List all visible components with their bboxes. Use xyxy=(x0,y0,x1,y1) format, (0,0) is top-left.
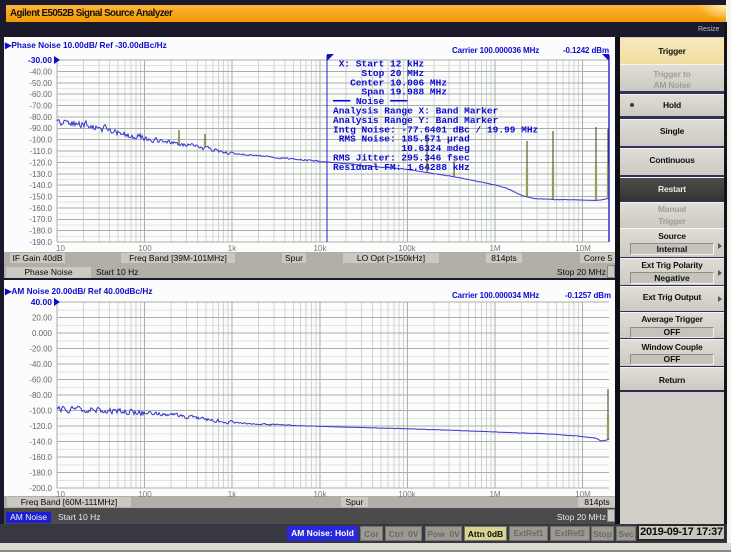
svg-text:Residual FM: 1.64288 kHz: Residual FM: 1.64288 kHz xyxy=(333,162,470,173)
svg-text:100: 100 xyxy=(138,490,152,499)
svg-text:-80.00: -80.00 xyxy=(29,113,52,122)
svg-text:-170.0: -170.0 xyxy=(29,215,52,224)
svg-text:-30.00: -30.00 xyxy=(28,55,52,65)
svg-text:-100.0: -100.0 xyxy=(29,407,52,416)
svg-text:-40.00: -40.00 xyxy=(29,360,52,369)
svg-text:-180.0: -180.0 xyxy=(29,469,52,478)
svg-text:100k: 100k xyxy=(398,244,416,253)
svg-text:-0.1242 dBm: -0.1242 dBm xyxy=(563,46,609,55)
svg-text:1M: 1M xyxy=(489,244,500,253)
svg-text:10M: 10M xyxy=(575,244,591,253)
svg-text:-190.0: -190.0 xyxy=(29,238,52,247)
svg-text:10: 10 xyxy=(56,244,65,253)
svg-text:-200.0: -200.0 xyxy=(29,484,52,493)
svg-text:-20.00: -20.00 xyxy=(29,345,52,354)
svg-text:-140.0: -140.0 xyxy=(29,438,52,447)
svg-text:-0.1257 dBm: -0.1257 dBm xyxy=(565,291,611,300)
svg-text:-90.00: -90.00 xyxy=(29,124,52,133)
svg-text:-50.00: -50.00 xyxy=(29,79,52,88)
svg-text:10k: 10k xyxy=(314,244,328,253)
svg-text:0.000: 0.000 xyxy=(32,329,53,338)
svg-text:-70.00: -70.00 xyxy=(29,102,52,111)
svg-text:Carrier 100.000036 MHz: Carrier 100.000036 MHz xyxy=(452,46,539,55)
svg-text:-60.00: -60.00 xyxy=(29,376,52,385)
svg-text:100: 100 xyxy=(138,244,152,253)
svg-text:20.00: 20.00 xyxy=(32,314,53,323)
svg-text:-140.0: -140.0 xyxy=(29,181,52,190)
svg-text:-40.00: -40.00 xyxy=(29,67,52,76)
svg-text:-110.0: -110.0 xyxy=(30,147,53,156)
svg-text:1k: 1k xyxy=(228,490,237,499)
svg-text:1M: 1M xyxy=(489,490,500,499)
svg-text:-120.0: -120.0 xyxy=(29,422,52,431)
svg-text:-60.00: -60.00 xyxy=(29,90,52,99)
svg-text:▶AM Noise 20.00dB/ Ref 40.00dB: ▶AM Noise 20.00dB/ Ref 40.00dBc/Hz xyxy=(4,286,152,296)
svg-text:-100.0: -100.0 xyxy=(29,136,52,145)
svg-text:100k: 100k xyxy=(398,490,416,499)
svg-text:10k: 10k xyxy=(314,490,328,499)
svg-text:-150.0: -150.0 xyxy=(29,193,52,202)
svg-text:-130.0: -130.0 xyxy=(29,170,52,179)
svg-text:-180.0: -180.0 xyxy=(29,227,52,236)
svg-text:Carrier 100.000034 MHz: Carrier 100.000034 MHz xyxy=(452,291,539,300)
svg-text:1k: 1k xyxy=(228,244,237,253)
svg-text:-120.0: -120.0 xyxy=(29,158,52,167)
svg-text:40.00: 40.00 xyxy=(31,297,53,307)
svg-text:-160.0: -160.0 xyxy=(29,204,52,213)
svg-text:-80.00: -80.00 xyxy=(29,391,52,400)
svg-text:▶Phase Noise 10.00dB/ Ref -30.: ▶Phase Noise 10.00dB/ Ref -30.00dBc/Hz xyxy=(4,40,167,50)
svg-text:-160.0: -160.0 xyxy=(29,453,52,462)
